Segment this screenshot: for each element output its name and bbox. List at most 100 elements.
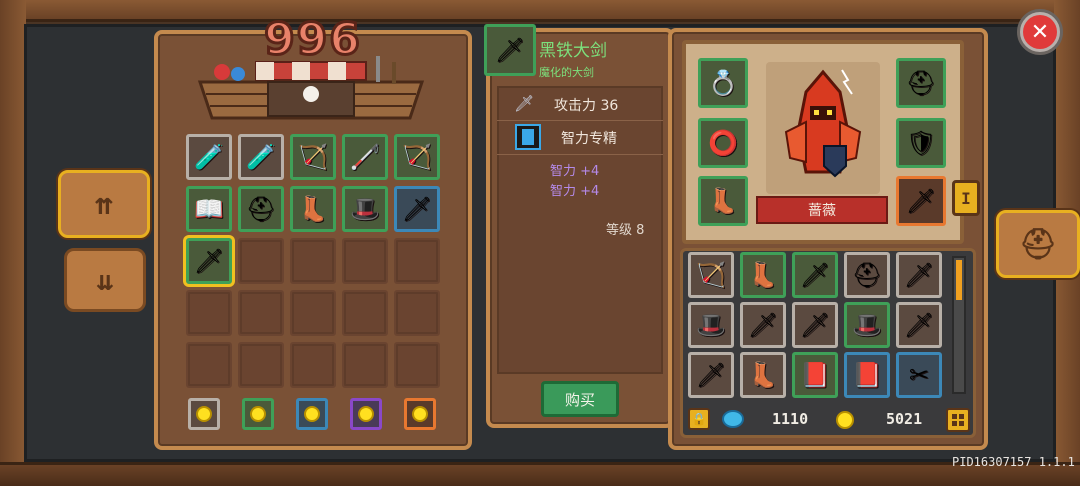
spellbook-icon: 📖 xyxy=(194,195,224,223)
equipment-slot[interactable]: ⛑ xyxy=(896,58,946,108)
greatsword-icon: 🗡 xyxy=(193,247,225,275)
shop-empty-slot[interactable] xyxy=(290,238,336,284)
inventory-slot[interactable]: ⛑ xyxy=(844,252,890,298)
character-page-button[interactable]: I xyxy=(952,180,980,216)
inventory-slot[interactable]: 👢 xyxy=(740,252,786,298)
greatsword-icon: 🗡 xyxy=(494,36,526,64)
attack-stat: 攻击力 36 xyxy=(554,95,618,115)
shop-item-slot[interactable]: 🦯 xyxy=(342,134,388,180)
tab-shop-buy[interactable]: ⇈ xyxy=(58,170,150,238)
lock-icon[interactable]: 🔒 xyxy=(688,408,710,430)
greatsword-icon: 🗡 xyxy=(799,261,831,289)
sword-icon: 🗡 xyxy=(401,195,433,223)
equipment-slot[interactable]: ⭕ xyxy=(698,118,748,168)
rarity-filter-orange[interactable] xyxy=(404,398,436,430)
coin-icon xyxy=(304,406,320,422)
shop-empty-slot[interactable] xyxy=(290,342,336,388)
perk-name: 智力专精 xyxy=(561,131,617,147)
item-name: 黑铁大剑 xyxy=(539,41,607,61)
arrows-up-icon: ⇈ xyxy=(94,186,114,222)
inventory-scrollbar[interactable] xyxy=(952,256,966,394)
shop-item-slot[interactable]: 🏹 xyxy=(290,134,336,180)
shop-empty-slot[interactable] xyxy=(186,290,232,336)
scrollbar-thumb[interactable] xyxy=(956,260,962,300)
inventory-slot[interactable]: 🎩 xyxy=(844,302,890,348)
frame-bottom-border xyxy=(0,462,1080,486)
buy-button[interactable]: 购买 xyxy=(541,381,619,417)
shop-item-slot[interactable]: 👢 xyxy=(290,186,336,232)
equipment-slot[interactable]: 🗡 xyxy=(896,176,946,226)
ring-icon: ⭕ xyxy=(708,129,738,157)
greatsword-icon: 🗡 xyxy=(747,311,779,339)
shop-item-slot[interactable]: 🧪 xyxy=(186,134,232,180)
inventory-slot[interactable]: 🗡 xyxy=(896,302,942,348)
shop-empty-slot[interactable] xyxy=(394,290,440,336)
close-button[interactable]: ✕ xyxy=(1017,9,1063,55)
claw-icon: ✂ xyxy=(908,361,930,389)
equipment-slot[interactable]: 👢 xyxy=(698,176,748,226)
inventory-slot[interactable]: 🗡 xyxy=(688,352,734,398)
character-name-banner: 蔷薇 xyxy=(756,196,888,224)
shop-item-slot[interactable]: 🧪 xyxy=(238,134,284,180)
inventory-slot[interactable]: ✂ xyxy=(896,352,942,398)
inventory-slot[interactable]: 🗡 xyxy=(792,252,838,298)
helmet-icon: ⛑ xyxy=(1018,226,1058,262)
inventory-slot[interactable]: 🗡 xyxy=(792,302,838,348)
inventory-slot[interactable]: 📕 xyxy=(792,352,838,398)
boots-icon: 👢 xyxy=(748,361,778,389)
sword-stat-icon: 🗡 xyxy=(514,94,535,113)
shop-item-slot[interactable]: 🏹 xyxy=(394,134,440,180)
shop-item-slot[interactable]: 🗡 xyxy=(394,186,440,232)
sort-grid-icon[interactable] xyxy=(946,408,970,432)
spellbook-icon: 📕 xyxy=(852,361,882,389)
shop-item-slot[interactable]: 🎩 xyxy=(342,186,388,232)
build-id-label: PID16307157 1.1.1 xyxy=(952,455,1075,469)
rarity-filter-purple[interactable] xyxy=(350,398,382,430)
helmet-icon: ⛑ xyxy=(245,195,277,223)
boots-icon: 👢 xyxy=(298,195,328,223)
divider xyxy=(497,120,663,121)
staff-icon: 🦯 xyxy=(350,143,380,171)
ring-icon: 💍 xyxy=(708,69,738,97)
coin-icon xyxy=(250,406,266,422)
shop-empty-slot[interactable] xyxy=(290,290,336,336)
shop-empty-slot[interactable] xyxy=(342,342,388,388)
inventory-slot[interactable]: 🗡 xyxy=(740,302,786,348)
arrows-down-icon: ⇊ xyxy=(96,263,114,297)
coin-icon xyxy=(196,406,212,422)
shop-empty-slot[interactable] xyxy=(238,238,284,284)
shop-empty-slot[interactable] xyxy=(342,290,388,336)
rarity-filter-gray[interactable] xyxy=(188,398,220,430)
shop-empty-slot[interactable] xyxy=(394,342,440,388)
inventory-slot[interactable]: 🎩 xyxy=(688,302,734,348)
shop-item-slot[interactable]: 🗡 xyxy=(186,238,232,284)
gem-count: 1110 xyxy=(772,410,809,428)
inventory-slot[interactable]: 🗡 xyxy=(896,252,942,298)
tab-equipment[interactable]: ⛑ xyxy=(996,210,1080,278)
equipment-slot[interactable]: 💍 xyxy=(698,58,748,108)
shop-empty-slot[interactable] xyxy=(394,238,440,284)
potion-red-icon: 🧪 xyxy=(194,143,224,171)
rarity-filter-green[interactable] xyxy=(242,398,274,430)
tab-shop-sell[interactable]: ⇊ xyxy=(64,248,146,312)
shop-item-slot[interactable]: ⛑ xyxy=(238,186,284,232)
inventory-slot[interactable]: 📕 xyxy=(844,352,890,398)
helmet-icon: ⛑ xyxy=(851,261,883,289)
boots-icon: 👢 xyxy=(748,261,778,289)
crossbow-icon: 🏹 xyxy=(298,143,328,171)
shop-empty-slot[interactable] xyxy=(238,342,284,388)
shop-empty-slot[interactable] xyxy=(238,290,284,336)
spear-icon: 🗡 xyxy=(695,361,727,389)
shop-item-slot[interactable]: 📖 xyxy=(186,186,232,232)
equipment-slot[interactable]: 🛡 xyxy=(896,118,946,168)
hat-icon: 🎩 xyxy=(350,195,380,223)
shop-stock-count: 996 xyxy=(263,13,362,67)
inventory-slot[interactable]: 👢 xyxy=(740,352,786,398)
rarity-filter-blue[interactable] xyxy=(296,398,328,430)
shop-empty-slot[interactable] xyxy=(342,238,388,284)
character-portrait xyxy=(766,62,880,194)
spear-icon: 🗡 xyxy=(905,187,937,215)
inventory-slot[interactable]: 🏹 xyxy=(688,252,734,298)
shop-empty-slot[interactable] xyxy=(186,342,232,388)
crossbow-icon: 🏹 xyxy=(402,143,432,171)
